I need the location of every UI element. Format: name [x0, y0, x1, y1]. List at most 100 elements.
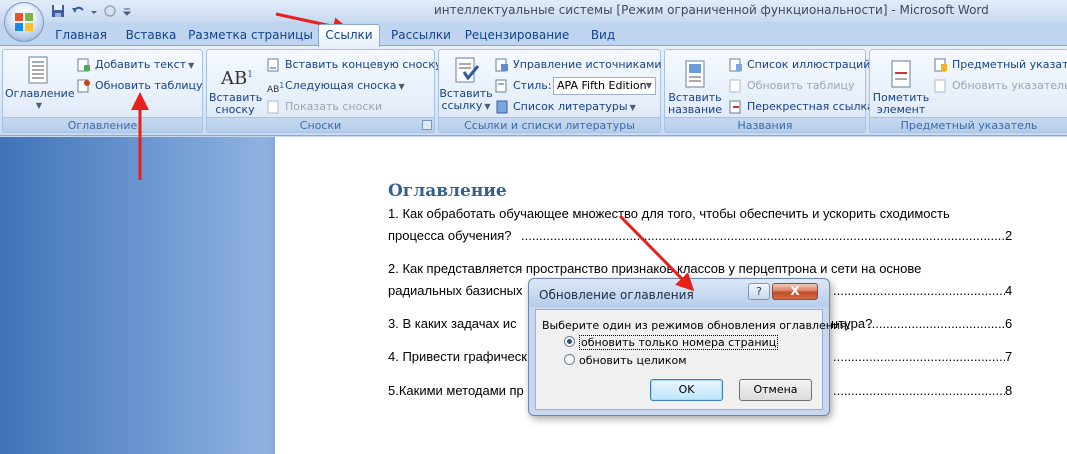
next-footnote-icon: AB1 [267, 81, 285, 95]
cross-reference-button[interactable]: Перекрестная ссылка [727, 98, 874, 116]
toc-group: Оглавление ▼ Добавить текст ▼ Обновить та… [2, 49, 203, 133]
dialog-titlebar[interactable]: Обновление оглавления ? X [529, 279, 829, 307]
endnote-icon [267, 58, 281, 72]
update-figures-table-button[interactable]: Обновить таблицу [727, 77, 855, 95]
undo-icon[interactable] [70, 3, 86, 19]
office-logo-icon [15, 13, 33, 31]
citation-style-select[interactable]: APA Fifth Edition ▼ [553, 77, 656, 95]
chevron-down-icon: ▼ [188, 61, 195, 70]
toc-entry-1-leader: ........................................… [521, 228, 1005, 243]
bibliography-label: Список литературы [513, 100, 628, 113]
dialog-title: Обновление оглавления [539, 288, 694, 302]
insert-caption-button[interactable]: Вставить название [665, 60, 725, 116]
option-page-numbers-label: обновить только номера страниц [579, 335, 779, 350]
quick-access-toolbar [50, 3, 132, 19]
captions-group-label: Названия [665, 117, 865, 132]
insert-endnote-label: Вставить концевую сноску [285, 58, 442, 71]
toc-entry-1-page: 2 [1005, 228, 1013, 243]
toc-entry-5-page: 8 [1005, 383, 1013, 398]
citations-group: Вставить ссылку ▼ Управление источниками … [438, 49, 662, 133]
bibliography-icon [495, 100, 509, 114]
chevron-down-icon: ▼ [35, 101, 43, 110]
manage-sources-icon [495, 58, 509, 72]
tab-insert[interactable]: Вставка [118, 25, 184, 46]
option-page-numbers-only[interactable]: обновить только номера страниц [564, 335, 779, 350]
manage-sources-label: Управление источниками [513, 58, 662, 71]
title-bar: интеллектуальные системы [Режим ограниче… [0, 0, 1067, 22]
table-of-contents-icon [24, 56, 52, 86]
ok-button[interactable]: OK [650, 379, 723, 401]
show-notes-icon [267, 100, 281, 114]
toc-entry-3-line1: 3. В каких задачах ис [388, 316, 517, 331]
chevron-down-icon[interactable] [90, 3, 98, 19]
insert-caption-icon [681, 60, 709, 90]
index-group: Пометить элемент Предметный указатель Об… [869, 49, 1067, 133]
chevron-down-icon: ▼ [629, 103, 636, 112]
toc-entry-4: 4. Привести графическ [388, 349, 527, 364]
add-text-label: Добавить текст [95, 58, 187, 71]
toc-group-label: Оглавление [3, 117, 202, 132]
citation-style-value: APA Fifth Edition [557, 79, 647, 92]
footnote-icon: AB1 [221, 68, 253, 89]
next-footnote-button[interactable]: AB1 Следующая сноска ▼ [265, 77, 405, 95]
add-text-button[interactable]: Добавить текст ▼ [75, 56, 194, 74]
insert-endnote-button[interactable]: Вставить концевую сноску [265, 56, 442, 74]
customize-toolbar-icon[interactable] [122, 3, 132, 19]
radio-entire-table[interactable] [564, 354, 575, 365]
close-button[interactable]: X [772, 283, 818, 300]
update-table-button[interactable]: Обновить таблицу [75, 77, 203, 95]
toc-entry-2-line2: радиальных базисных [388, 283, 523, 298]
update-index-label: Обновить указатель [952, 79, 1067, 92]
mark-entry-button[interactable]: Пометить элемент [870, 60, 932, 116]
show-notes-label: Показать сноски [285, 100, 383, 113]
insert-table-of-figures-button[interactable]: Список иллюстраций [727, 56, 870, 74]
next-footnote-label: Следующая сноска [285, 79, 397, 92]
ribbon: Оглавление ▼ Добавить текст ▼ Обновить та… [0, 45, 1067, 136]
save-icon[interactable] [50, 3, 66, 19]
option-entire-table[interactable]: обновить целиком [564, 354, 687, 367]
footnotes-group-label: Сноски [207, 117, 434, 132]
insert-footnote-label-2: сноску [215, 103, 255, 116]
insert-index-icon [934, 58, 948, 72]
office-button[interactable] [4, 2, 44, 42]
toc-button[interactable]: Оглавление ▼ [5, 56, 75, 112]
tab-page-layout[interactable]: Разметка страницы [188, 25, 313, 46]
cross-reference-icon [729, 100, 743, 114]
ribbon-tabs: Главная Вставка Разметка страницы Ссылки… [0, 22, 1067, 47]
help-button[interactable]: ? [748, 283, 770, 300]
style-icon [495, 79, 509, 93]
tab-mailings[interactable]: Рассылки [384, 25, 458, 46]
table-of-figures-icon [729, 58, 743, 72]
insert-caption-label-2: название [667, 103, 723, 116]
insert-footnote-button[interactable]: AB1 Вставить сноску [209, 60, 262, 116]
toc-entry-1-line1: 1. Как обработать обучающее множество дл… [388, 206, 950, 221]
update-figures-table-label: Обновить таблицу [747, 79, 855, 92]
captions-group: Вставить название Список иллюстраций Обн… [664, 49, 874, 133]
toc-entry-2-leader: ........................................… [833, 283, 1005, 298]
cancel-button[interactable]: Отмена [739, 379, 812, 401]
style-label-row: Стиль: [493, 77, 551, 95]
insert-citation-button[interactable]: Вставить ссылку ▼ [439, 56, 493, 113]
toc-entry-2-line1: 2. Как представляется пространство призн… [388, 261, 922, 276]
bibliography-button[interactable]: Список литературы ▼ [493, 98, 636, 116]
update-index-button[interactable]: Обновить указатель [932, 77, 1067, 95]
tab-home[interactable]: Главная [47, 25, 115, 46]
tab-view[interactable]: Вид [580, 25, 626, 46]
chevron-down-icon: ▼ [398, 82, 405, 91]
redo-icon[interactable] [102, 3, 118, 19]
toc-heading: Оглавление [388, 181, 507, 201]
footnotes-dialog-launcher[interactable] [422, 120, 432, 130]
toc-entry-4-page: 7 [1005, 349, 1013, 364]
insert-index-label: Предметный указатель [952, 58, 1067, 71]
insert-index-button[interactable]: Предметный указатель [932, 56, 1067, 74]
show-notes-button[interactable]: Показать сноски [265, 98, 382, 116]
update-figures-table-icon [729, 79, 743, 93]
tab-references[interactable]: Ссылки [318, 24, 380, 47]
manage-sources-button[interactable]: Управление источниками [493, 56, 662, 74]
tab-review[interactable]: Рецензирование [462, 25, 572, 46]
dialog-prompt: Выберите один из режимов обновления огла… [542, 319, 851, 332]
citations-group-label: Ссылки и списки литературы [439, 117, 660, 132]
cross-reference-label: Перекрестная ссылка [747, 100, 874, 113]
insert-citation-label-2: ссылку ▼ [441, 99, 491, 112]
radio-page-numbers-only[interactable] [564, 336, 575, 347]
